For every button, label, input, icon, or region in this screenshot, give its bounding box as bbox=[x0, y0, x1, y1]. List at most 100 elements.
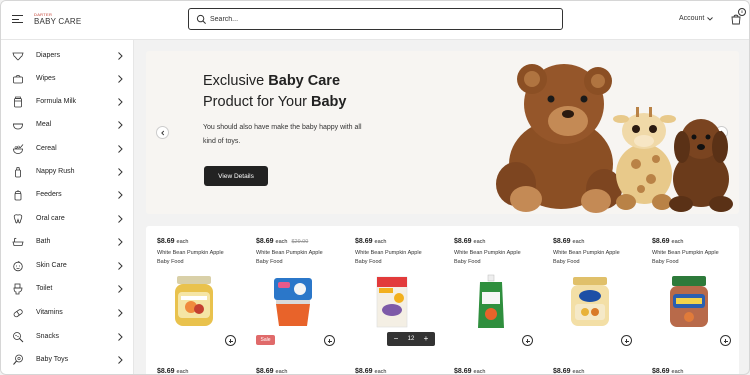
product-price: $8.69 each $29.00 bbox=[256, 238, 308, 245]
formula-milk-icon bbox=[14, 96, 22, 108]
chevron-right-icon bbox=[118, 285, 123, 293]
chevron-right-icon bbox=[118, 356, 123, 364]
hero-title-line1-bold: Baby Care bbox=[268, 73, 341, 89]
baby-food-tub-image bbox=[274, 278, 312, 326]
sidebar-item-label: Baby Toys bbox=[36, 356, 69, 363]
price-value: $8.69 bbox=[355, 368, 373, 375]
quantity-stepper[interactable]: − 12 + bbox=[387, 332, 435, 346]
giraffe-plush-image bbox=[613, 107, 676, 210]
hero-title: Exclusive Baby Care Product for Your Bab… bbox=[203, 71, 346, 113]
product-name: White Bean Pumpkin Apple Baby Food bbox=[553, 250, 620, 265]
sidebar-item-oral-care[interactable]: Oral care bbox=[1, 208, 134, 231]
chevron-right-icon bbox=[118, 52, 123, 60]
sidebar-item-meal[interactable]: Meal bbox=[1, 114, 134, 137]
account-menu[interactable]: Account bbox=[679, 15, 714, 22]
sidebar-item-skin-care[interactable]: Skin Care bbox=[1, 255, 134, 278]
decrease-quantity-button[interactable]: − bbox=[392, 334, 400, 344]
sidebar-item-label: Bath bbox=[36, 238, 51, 245]
price-unit: each bbox=[275, 239, 288, 245]
price-unit: each bbox=[275, 369, 288, 375]
sale-badge: Sale bbox=[256, 335, 275, 345]
product-price: $8.69 each bbox=[652, 368, 683, 375]
product-card[interactable]: $8.69 each White Bean Pumpkin Apple Baby … bbox=[443, 226, 542, 366]
price-unit: each bbox=[374, 239, 387, 245]
sidebar-item-label: Meal bbox=[36, 121, 52, 128]
add-to-cart-button[interactable] bbox=[225, 335, 236, 346]
baby-food-pouch-image bbox=[478, 274, 504, 328]
sidebar-item-baby-toys[interactable]: Baby Toys bbox=[1, 349, 134, 372]
add-to-cart-button[interactable] bbox=[522, 335, 533, 346]
hero-title-line2: Product for Your bbox=[203, 94, 312, 110]
price-unit: each bbox=[671, 239, 684, 245]
logo-main-text: BABY CARE bbox=[34, 17, 82, 26]
product-price: $8.69 each bbox=[355, 368, 386, 375]
sidebar-item-wipes[interactable]: Wipes bbox=[1, 68, 134, 91]
chevron-right-icon bbox=[118, 168, 123, 176]
brand-logo[interactable]: DARTER BABY CARE bbox=[34, 12, 81, 26]
price-value: $8.69 bbox=[454, 368, 472, 375]
sidebar-item-label: Snacks bbox=[36, 333, 59, 340]
sidebar-item-label: Diapers bbox=[36, 52, 61, 59]
product-name: White Bean Pumpkin Apple Baby Food bbox=[256, 250, 323, 265]
sidebar-item-label: Feeders bbox=[36, 191, 62, 198]
sidebar-item-vitamins[interactable]: Vitamins bbox=[1, 302, 134, 325]
product-name: White Bean Pumpkin Apple Baby Food bbox=[454, 250, 521, 265]
hero-baby-jar-image bbox=[571, 277, 609, 326]
chevron-right-icon bbox=[118, 262, 123, 270]
sidebar-item-toilet[interactable]: Toilet bbox=[1, 278, 134, 301]
price-unit: each bbox=[473, 239, 486, 245]
hamburger-menu-icon[interactable] bbox=[12, 15, 23, 24]
product-price: $8.69 each bbox=[157, 238, 188, 245]
sidebar-item-formula-milk[interactable]: Formula Milk bbox=[1, 91, 134, 114]
quantity-value: 12 bbox=[407, 336, 415, 342]
product-grid: $8.69 each White Bean Pumpkin Apple Baby … bbox=[146, 226, 740, 375]
sidebar-item-label: Vitamins bbox=[36, 309, 63, 316]
sidebar-item-bath[interactable]: Bath bbox=[1, 231, 134, 254]
product-card[interactable]: $8.69 each White Bean Pumpkin Apple Baby … bbox=[641, 226, 740, 366]
price-value: $8.69 bbox=[355, 238, 373, 245]
view-details-button[interactable]: View Details bbox=[204, 166, 268, 186]
product-name: White Bean Pumpkin Apple Baby Food bbox=[355, 250, 422, 265]
sidebar-item-snacks[interactable]: Snacks bbox=[1, 326, 134, 349]
add-to-cart-button[interactable] bbox=[324, 335, 335, 346]
product-price: $8.69 each bbox=[256, 368, 288, 375]
product-price: $8.69 each bbox=[652, 238, 683, 245]
chevron-right-icon bbox=[118, 309, 123, 317]
cereal-box-image bbox=[376, 276, 408, 328]
chevron-right-icon bbox=[118, 333, 123, 341]
sidebar-item-feeders[interactable]: Feeders bbox=[1, 184, 134, 207]
meal-bowl-icon bbox=[13, 123, 23, 130]
chevron-right-icon bbox=[118, 145, 123, 153]
wipes-icon bbox=[13, 75, 23, 84]
chevron-right-icon bbox=[118, 215, 123, 223]
product-card[interactable]: $8.69 each $29.00 White Bean Pumpkin Apple… bbox=[245, 226, 344, 366]
product-price: $8.69 each bbox=[553, 238, 584, 245]
hero-title-line1: Exclusive bbox=[203, 73, 269, 89]
search-bar[interactable] bbox=[188, 8, 563, 30]
category-sidebar: Diapers Wipes Formula Milk Meal Cereal N… bbox=[1, 40, 134, 374]
sidebar-item-label: Nappy Rush bbox=[36, 168, 75, 175]
green-lid-jar-image bbox=[670, 276, 708, 327]
cart-count-badge: 0 bbox=[738, 8, 746, 16]
search-input[interactable] bbox=[210, 12, 540, 26]
add-to-cart-button[interactable] bbox=[621, 335, 632, 346]
chevron-down-icon bbox=[707, 16, 714, 21]
hero-banner: Exclusive Baby Care Product for Your Bab… bbox=[146, 51, 739, 214]
rattle-icon bbox=[13, 354, 23, 365]
product-price: $8.69 each bbox=[454, 368, 485, 375]
sidebar-item-diapers[interactable]: Diapers bbox=[1, 45, 134, 68]
plush-toys-image bbox=[496, 64, 733, 213]
price-value: $8.69 bbox=[652, 368, 670, 375]
sidebar-item-cereal[interactable]: Cereal bbox=[1, 138, 134, 161]
product-name: White Bean Pumpkin Apple Baby Food bbox=[652, 250, 719, 265]
product-card[interactable]: $8.69 each White Bean Pumpkin Apple Baby … bbox=[542, 226, 641, 366]
sidebar-item-nappy-rush[interactable]: Nappy Rush bbox=[1, 161, 134, 184]
carousel-prev-button[interactable] bbox=[156, 126, 169, 139]
add-to-cart-button[interactable] bbox=[720, 335, 731, 346]
baby-face-icon bbox=[13, 261, 23, 272]
price-unit: each bbox=[572, 239, 585, 245]
product-price: $8.69 each bbox=[553, 368, 584, 374]
sidebar-item-label: Skin Care bbox=[36, 262, 67, 269]
increase-quantity-button[interactable]: + bbox=[422, 334, 430, 344]
product-card[interactable]: $8.69 each White Bean Pumpkin Apple Baby … bbox=[146, 226, 245, 366]
